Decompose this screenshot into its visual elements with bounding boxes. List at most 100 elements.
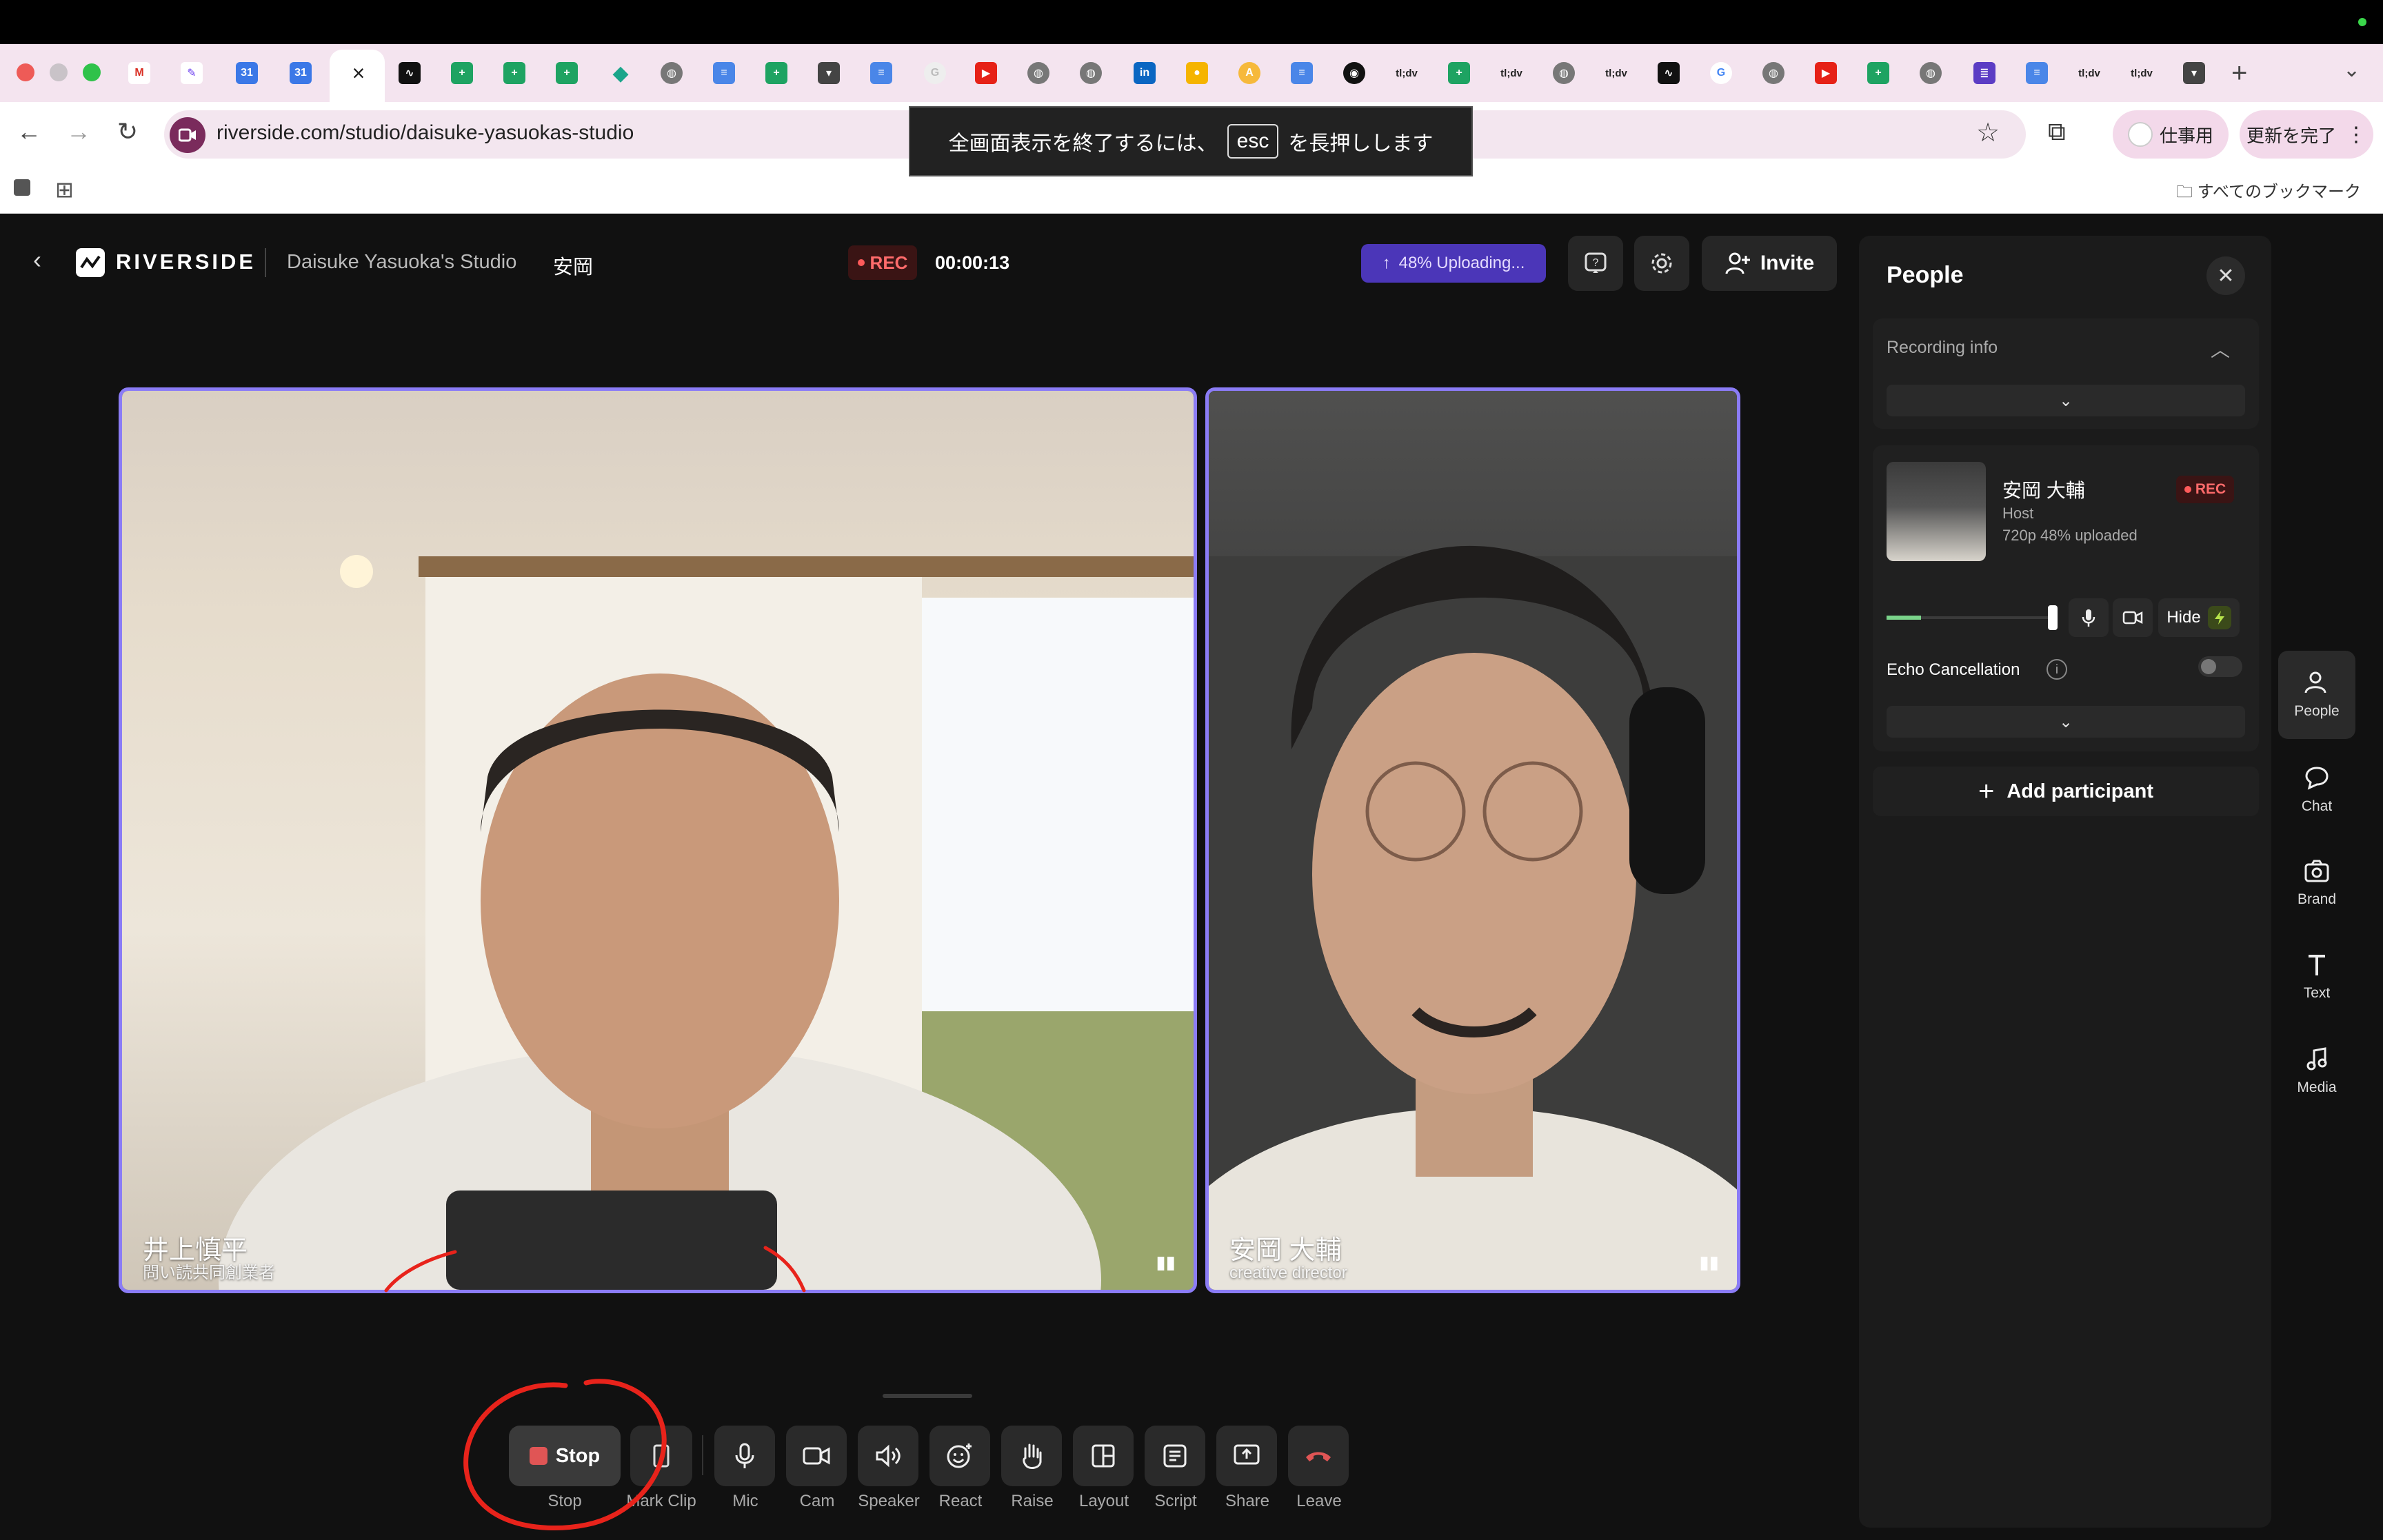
stop-recording-button[interactable]: Stop xyxy=(509,1426,621,1486)
rail-chat[interactable]: Chat xyxy=(2278,746,2355,834)
sheets-tab-icon[interactable]: + xyxy=(451,62,473,84)
settings-button[interactable] xyxy=(1634,236,1689,291)
rail-people[interactable]: People xyxy=(2278,651,2355,739)
profile-button[interactable]: 仕事用 xyxy=(2113,110,2229,159)
close-tab-icon[interactable]: × xyxy=(345,59,372,87)
tldv-tab-icon[interactable]: tl;dv xyxy=(2131,62,2153,84)
cam-button[interactable] xyxy=(786,1426,847,1486)
mic-button[interactable] xyxy=(714,1426,775,1486)
google-tab-icon[interactable]: G xyxy=(924,62,946,84)
docs-tab-icon[interactable]: ≡ xyxy=(2026,62,2048,84)
participant-expand[interactable]: ⌄ xyxy=(1887,706,2245,738)
host-mic-button[interactable] xyxy=(2069,598,2109,637)
divider xyxy=(702,1435,703,1475)
host-video-feed: 安岡 大輔 creative director ▮▮ xyxy=(1209,391,1737,1290)
app-tab-icon[interactable]: ▾ xyxy=(2183,62,2205,84)
app-tab-icon[interactable]: A xyxy=(1238,62,1260,84)
toggle-knob xyxy=(2201,659,2216,674)
url-text[interactable]: riverside.com/studio/daisuke-yasuokas-st… xyxy=(217,121,634,145)
globe-tab-icon[interactable]: ◍ xyxy=(1553,62,1575,84)
hide-button[interactable]: Hide xyxy=(2158,598,2240,637)
sheets-tab-icon[interactable]: + xyxy=(503,62,525,84)
leave-button[interactable] xyxy=(1288,1426,1349,1486)
add-participant-button[interactable]: + Add participant xyxy=(1873,767,2259,816)
extensions-icon[interactable]: ⧉ xyxy=(2048,117,2066,147)
mark-clip-button[interactable] xyxy=(630,1426,692,1486)
react-button[interactable] xyxy=(929,1426,990,1486)
globe-tab-icon[interactable]: ◍ xyxy=(1762,62,1784,84)
host-cam-button[interactable] xyxy=(2113,598,2153,637)
update-button[interactable]: 更新を完了 ⋮ xyxy=(2240,110,2373,159)
app-tab-icon[interactable]: ● xyxy=(1186,62,1208,84)
video-tile-host[interactable]: 安岡 大輔 creative director ▮▮ xyxy=(1205,387,1740,1293)
window-zoom-button[interactable] xyxy=(83,63,101,81)
youtube-tab-icon[interactable]: ▶ xyxy=(1815,62,1837,84)
kebab-menu-icon[interactable]: ⋮ xyxy=(2346,123,2366,147)
globe-tab-icon[interactable]: ◍ xyxy=(1920,62,1942,84)
invite-button[interactable]: Invite xyxy=(1702,236,1837,291)
forward-arrow-icon[interactable]: → xyxy=(66,117,91,146)
recording-info-expand[interactable]: ⌄ xyxy=(1887,385,2245,416)
youtube-tab-icon[interactable]: ▶ xyxy=(975,62,997,84)
riverside-logo-icon xyxy=(76,248,105,277)
upload-status-button[interactable]: ↑ 48% Uploading... xyxy=(1361,244,1546,283)
back-arrow-icon[interactable]: ← xyxy=(17,117,41,146)
gmail-tab-icon[interactable]: M xyxy=(128,62,150,84)
site-info-icon[interactable] xyxy=(170,117,205,153)
brand-icon xyxy=(2304,860,2329,882)
raise-hand-button[interactable] xyxy=(1001,1426,1062,1486)
rail-text[interactable]: Text xyxy=(2278,933,2355,1022)
new-tab-icon[interactable]: + xyxy=(2231,58,2247,89)
tldv-tab-icon[interactable]: tl;dv xyxy=(1605,62,1627,84)
bookmark-star-icon[interactable]: ☆ xyxy=(1976,117,2000,148)
apps-grid-icon[interactable]: ⊞ xyxy=(55,176,74,203)
globe-tab-icon[interactable]: ◍ xyxy=(1027,62,1049,84)
speaker-button[interactable] xyxy=(858,1426,918,1486)
google-tab-icon[interactable]: G xyxy=(1710,62,1732,84)
tab-search-chevron-icon[interactable]: ⌄ xyxy=(2343,58,2360,82)
app-tab-icon[interactable]: ▾ xyxy=(818,62,840,84)
sheets-tab-icon[interactable]: + xyxy=(1448,62,1470,84)
volume-slider-handle[interactable] xyxy=(2048,605,2058,630)
brand-name: RIVERSIDE xyxy=(116,250,257,274)
sheets-tab-icon[interactable]: + xyxy=(1867,62,1889,84)
sheets-tab-icon[interactable]: + xyxy=(556,62,578,84)
app-shortcut-icon[interactable] xyxy=(14,179,30,196)
linkedin-tab-icon[interactable]: in xyxy=(1134,62,1156,84)
github-tab-icon[interactable]: ◉ xyxy=(1343,62,1365,84)
all-bookmarks-button[interactable]: 🗀 すべてのブックマーク xyxy=(2176,178,2361,208)
avatar xyxy=(2127,122,2153,147)
diamond-tab-icon[interactable]: ◆ xyxy=(610,62,632,85)
layout-button[interactable] xyxy=(1073,1426,1134,1486)
window-minimize-button[interactable] xyxy=(50,63,68,81)
calendar-tab-icon[interactable]: 31 xyxy=(290,62,312,84)
help-button[interactable]: ? xyxy=(1568,236,1623,291)
share-button[interactable] xyxy=(1216,1426,1277,1486)
sheets-tab-icon[interactable]: + xyxy=(765,62,787,84)
script-button[interactable] xyxy=(1145,1426,1205,1486)
docs-tab-icon[interactable]: ≡ xyxy=(713,62,735,84)
tldv-tab-icon[interactable]: tl;dv xyxy=(1500,62,1522,84)
chevron-up-icon[interactable]: ︿ xyxy=(2211,335,2230,363)
info-icon[interactable]: i xyxy=(2047,659,2067,680)
drag-handle[interactable] xyxy=(883,1394,972,1398)
close-icon[interactable]: ✕ xyxy=(2206,256,2245,295)
window-close-button[interactable] xyxy=(17,63,34,81)
back-chevron-icon[interactable]: ‹ xyxy=(33,245,41,274)
globe-tab-icon[interactable]: ◍ xyxy=(1080,62,1102,84)
docs-tab-icon[interactable]: ≡ xyxy=(1291,62,1313,84)
globe-tab-icon[interactable]: ◍ xyxy=(661,62,683,84)
tldv-tab-icon[interactable]: tl;dv xyxy=(1396,62,1418,84)
calendar-tab-icon[interactable]: 31 xyxy=(236,62,258,84)
docs-tab-icon[interactable]: ≡ xyxy=(870,62,892,84)
tldv-tab-icon[interactable]: tl;dv xyxy=(2078,62,2100,84)
video-tile-guest[interactable]: 井上慎平 問い読共同創業者 ▮▮ xyxy=(119,387,1197,1293)
rail-media[interactable]: Media xyxy=(2278,1027,2355,1115)
riverside-tab-icon[interactable]: ∿ xyxy=(399,62,421,84)
riverside-tab-icon[interactable]: ∿ xyxy=(1658,62,1680,84)
audio-level-icon: ▮▮ xyxy=(1699,1252,1719,1273)
reload-icon[interactable]: ↻ xyxy=(117,117,138,146)
rail-brand[interactable]: Brand xyxy=(2278,840,2355,928)
forms-tab-icon[interactable]: ≣ xyxy=(1973,62,1995,84)
pen-tab-icon[interactable]: ✎ xyxy=(181,62,203,84)
